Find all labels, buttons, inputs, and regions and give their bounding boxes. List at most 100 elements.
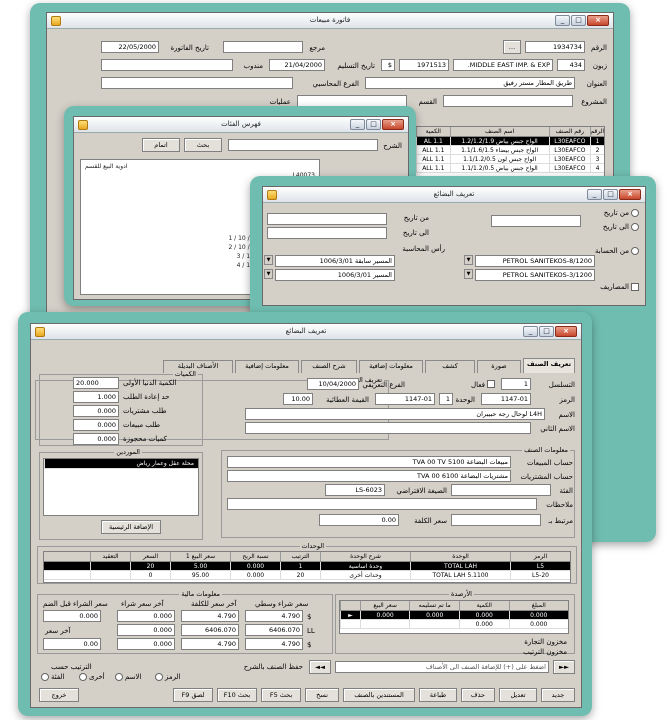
table-row[interactable]: 4 L30EAFCO الواح جبس بياض 1.1/1.2/0.5 1.1 A… bbox=[416, 164, 604, 173]
delivery-date-field[interactable]: 21/04/2000 bbox=[269, 59, 325, 71]
edit-button[interactable]: تعديل bbox=[499, 688, 537, 702]
category-field[interactable] bbox=[451, 484, 551, 496]
price-field[interactable]: 0.000 bbox=[117, 610, 175, 622]
minimize-icon[interactable]: _ bbox=[555, 15, 570, 26]
to-date-radio[interactable] bbox=[631, 223, 639, 231]
from-date-field[interactable] bbox=[491, 215, 581, 227]
radio-name[interactable] bbox=[115, 673, 123, 681]
minimize-icon[interactable]: _ bbox=[587, 189, 602, 200]
sales-acct-field[interactable]: مبيعات البضاعة 5100 TVA 00 TV bbox=[227, 456, 511, 468]
price-field[interactable]: 0.000 bbox=[117, 638, 175, 650]
currency-field[interactable]: $ bbox=[381, 59, 395, 71]
maximize-icon[interactable]: □ bbox=[603, 189, 618, 200]
copy-button[interactable]: نسخ bbox=[305, 688, 339, 702]
table-row[interactable]: 1 L30EAFCO الواح جبس بياض 1.2/1.2/1.9 1.1 A… bbox=[416, 137, 604, 146]
close-icon[interactable]: × bbox=[382, 119, 404, 130]
tree-node[interactable]: ادوية البيع للقسم bbox=[85, 162, 315, 171]
name-field[interactable]: L4H لوحال رجه حبيبران bbox=[245, 408, 545, 420]
table-row[interactable]: محلة عقل وعمار رياض bbox=[44, 459, 198, 469]
from-field[interactable] bbox=[267, 213, 387, 225]
minimize-icon[interactable]: _ bbox=[350, 119, 365, 130]
close-icon[interactable]: × bbox=[619, 189, 641, 200]
customer-name-field[interactable]: MIDDLE EAST IMP. & EXP. bbox=[453, 59, 553, 71]
table-row[interactable]: 2 L30EAFCO الواح جبس بيضاء 1.1/1.6/1.5 1.1 … bbox=[416, 146, 604, 155]
q1-field[interactable]: 20.000 bbox=[73, 377, 119, 389]
price-field[interactable]: 4.790 bbox=[245, 638, 303, 650]
table-row[interactable]: L5 TOTAL LAH وحدة اساسية 1 0.000 5.00 20 bbox=[44, 562, 570, 571]
serial-field[interactable]: 1 bbox=[501, 378, 531, 390]
search-f10-button[interactable]: بحث F10 bbox=[217, 688, 257, 702]
suppliers-grid[interactable]: محلة عقل وعمار رياض bbox=[43, 458, 199, 516]
purchase-acct-field[interactable]: مشتريات البضاعة 6100 TVA 00 bbox=[227, 470, 511, 482]
account-field-1[interactable]: المسير سابقة 1006/3/01 bbox=[275, 255, 395, 267]
tab-item-def[interactable]: تعريف الصنف bbox=[523, 358, 575, 373]
invoice-date-field[interactable]: 22/05/2000 bbox=[101, 41, 159, 53]
price-field[interactable]: 4.790 bbox=[181, 610, 239, 622]
account-radio[interactable] bbox=[631, 247, 639, 255]
nav-last-button[interactable]: ►► bbox=[553, 660, 575, 674]
q2-field[interactable]: 1.000 bbox=[73, 391, 119, 403]
close-icon[interactable]: × bbox=[555, 326, 577, 337]
maximize-icon[interactable]: □ bbox=[539, 326, 554, 337]
radio-code[interactable] bbox=[155, 673, 163, 681]
maximize-icon[interactable]: □ bbox=[571, 15, 586, 26]
from-date-radio[interactable] bbox=[631, 209, 639, 217]
linked-field[interactable] bbox=[451, 514, 541, 526]
paste-button[interactable]: لصق F9 bbox=[173, 688, 213, 702]
search-hint[interactable]: اضغط على (+) للإضافة الصنف الى الأصناف bbox=[335, 661, 549, 673]
to-field[interactable] bbox=[267, 227, 387, 239]
alt-name-field[interactable] bbox=[245, 422, 531, 434]
new-button[interactable]: جديد bbox=[541, 688, 575, 702]
q5-field[interactable]: 0.000 bbox=[73, 433, 119, 445]
category-code-field[interactable]: LS-6023 bbox=[325, 484, 385, 496]
chevron-down-icon[interactable]: ▼ bbox=[264, 269, 273, 279]
currency-code-field[interactable]: 1971513 bbox=[399, 59, 449, 71]
units-grid[interactable]: الرمز الوحدة شرح الوحدة الترتيب نسبة الربح سع… bbox=[43, 551, 571, 583]
unit-field[interactable]: 1 bbox=[439, 393, 453, 405]
radio-category[interactable] bbox=[41, 673, 49, 681]
item-field-1[interactable]: 1200/PETROL SANITEKOS-8 bbox=[475, 255, 595, 267]
price-field[interactable]: 6406.070 bbox=[245, 624, 303, 636]
branch-field[interactable]: 10/04/2000 bbox=[307, 378, 359, 390]
balances-grid[interactable]: المبلغ الكمية ما تم تسليمه سعر البيع 0.000 0… bbox=[339, 600, 569, 634]
cost-price-field[interactable]: 0.00 bbox=[319, 514, 399, 526]
customer-code-field[interactable]: 434 bbox=[557, 59, 585, 71]
tree-stop-button[interactable]: اتمام bbox=[142, 138, 180, 152]
search-f5-button[interactable]: بحث F5 bbox=[261, 688, 301, 702]
tab-description[interactable]: شرح الصنف bbox=[301, 360, 357, 373]
table-row[interactable]: L5-20 TOTAL LAH 5.1100 وحدات أخرى 20 0.000 95… bbox=[44, 571, 570, 580]
active-checkbox[interactable] bbox=[487, 380, 495, 388]
table-row[interactable]: 3 L30EAFCO الواح جبس لون 1.1/1.2/0.5 1.1 AL… bbox=[416, 155, 604, 164]
lookup-button[interactable]: … bbox=[503, 40, 521, 54]
price-field[interactable]: 4.790 bbox=[181, 638, 239, 650]
q4-field[interactable]: 0.000 bbox=[73, 419, 119, 431]
notes-button[interactable]: الإضافة الرئيسية bbox=[101, 520, 161, 534]
tab-photo[interactable]: صورة bbox=[477, 360, 521, 373]
notes-field[interactable] bbox=[227, 498, 537, 510]
maximize-icon[interactable]: □ bbox=[366, 119, 381, 130]
price-field[interactable]: 6406.070 bbox=[181, 624, 239, 636]
ref-field[interactable] bbox=[223, 41, 303, 53]
delete-button[interactable]: حذف bbox=[461, 688, 495, 702]
chevron-down-icon[interactable]: ▼ bbox=[464, 269, 473, 279]
unit-code-field[interactable]: 1147-01 bbox=[375, 393, 435, 405]
project-field[interactable] bbox=[443, 95, 573, 107]
number-field[interactable]: 1934734 bbox=[525, 41, 585, 53]
chevron-down-icon[interactable]: ▼ bbox=[464, 255, 473, 265]
tree-search-input[interactable] bbox=[228, 139, 378, 151]
expenses-checkbox[interactable] bbox=[631, 283, 639, 291]
price-field[interactable]: 0.000 bbox=[117, 624, 175, 636]
q3-field[interactable]: 0.000 bbox=[73, 405, 119, 417]
delegate-field[interactable] bbox=[101, 59, 233, 71]
item-field-2[interactable]: 1200/PETROL SANITEKOS-3 bbox=[475, 269, 595, 281]
code-field[interactable]: 1147-01 bbox=[481, 393, 531, 405]
tree-search-button[interactable]: بحث bbox=[184, 138, 222, 152]
tab-statement[interactable]: كشف bbox=[425, 360, 475, 373]
exit-button[interactable]: خروج bbox=[39, 688, 79, 702]
table-row[interactable]: 0.000 0.000 bbox=[340, 620, 568, 629]
price-field[interactable]: 4.790 bbox=[245, 610, 303, 622]
unit-price-field[interactable]: 10.00 bbox=[283, 393, 313, 405]
documents-button[interactable]: المستندين بالصنف bbox=[343, 688, 415, 702]
account-field-2[interactable]: المسير 1006/3/01 bbox=[275, 269, 395, 281]
accounting-branch-field[interactable] bbox=[101, 77, 293, 89]
